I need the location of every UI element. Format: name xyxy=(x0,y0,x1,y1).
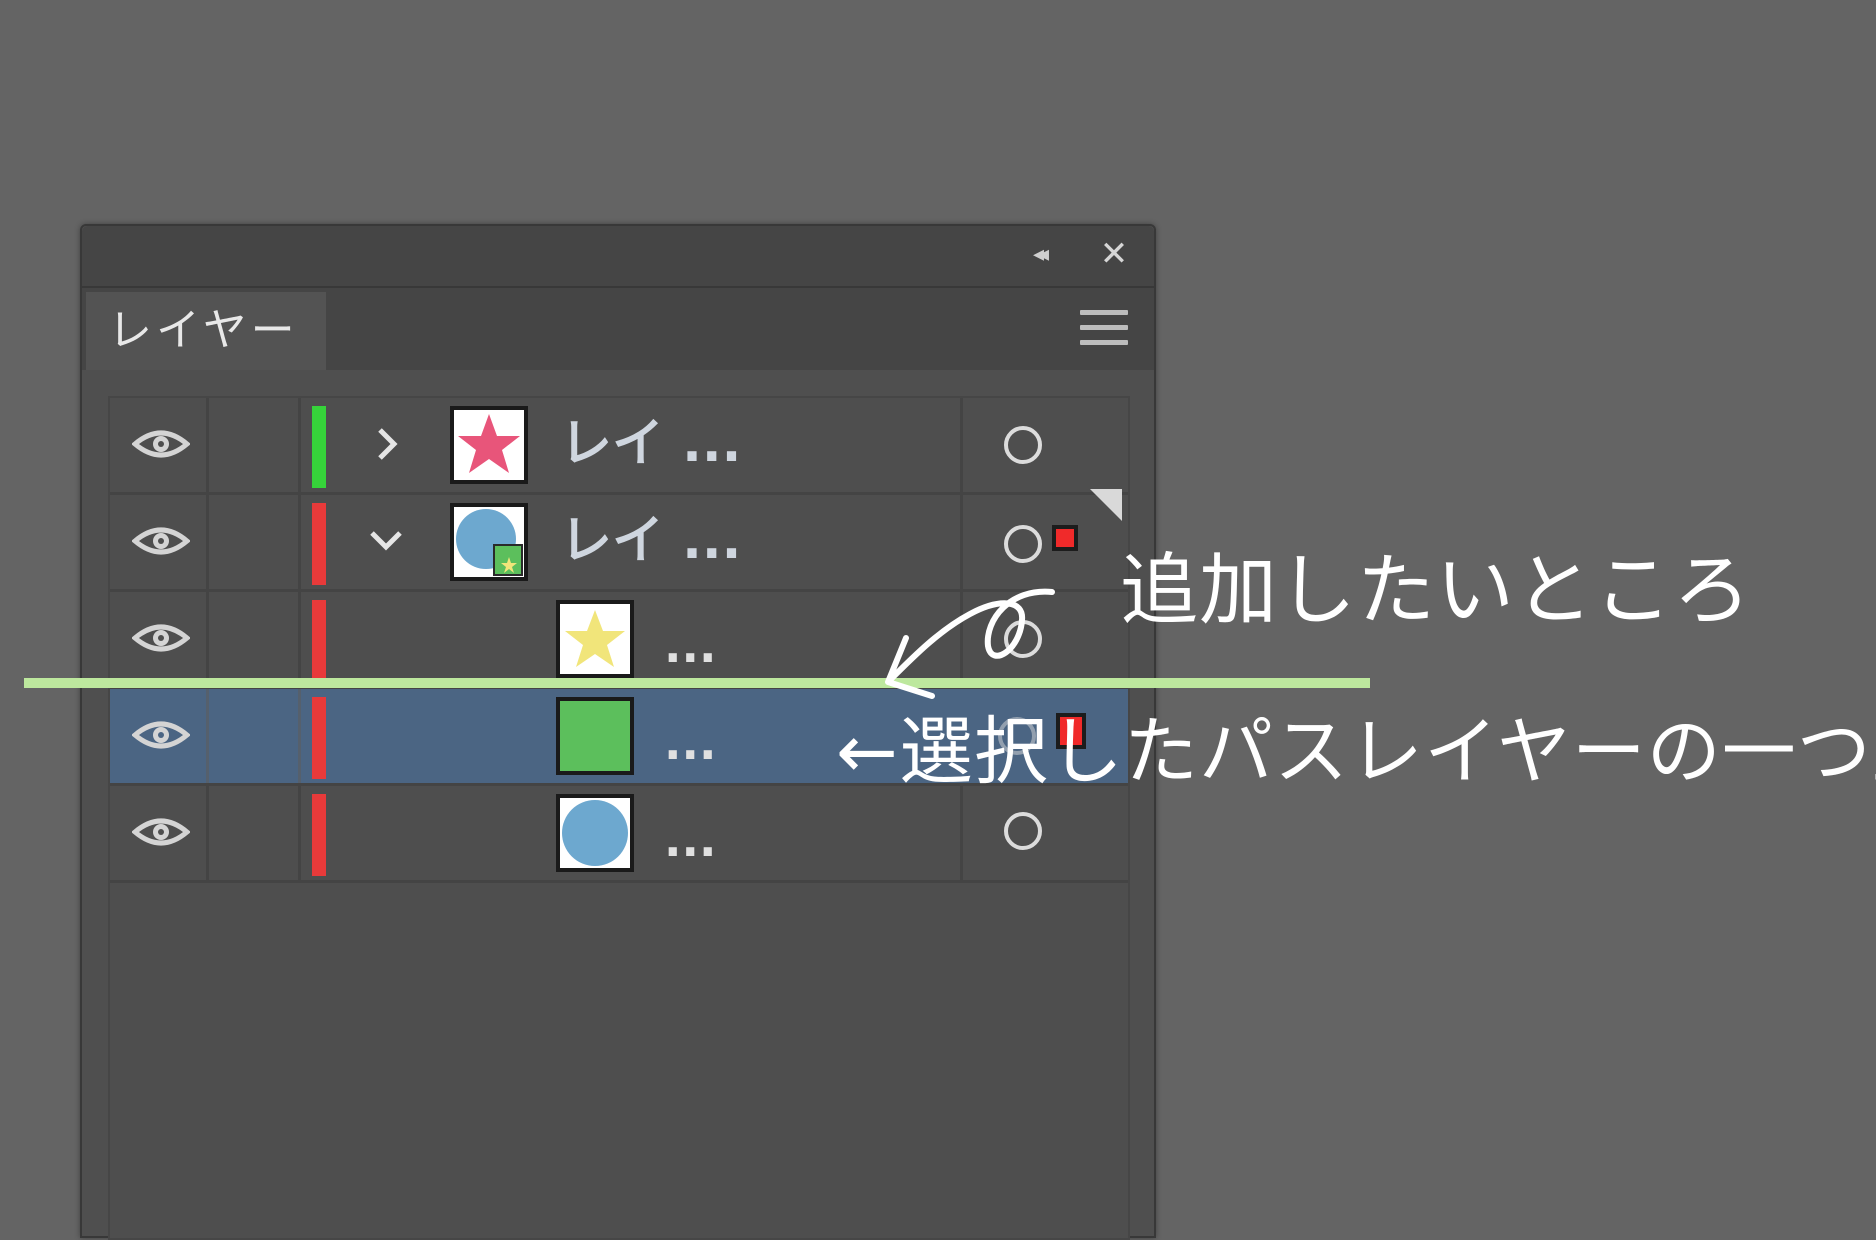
panel-titlebar: ◂◂ ✕ xyxy=(82,226,1154,288)
column-divider xyxy=(298,786,301,880)
layer-thumbnail xyxy=(556,600,634,678)
column-divider xyxy=(206,689,209,783)
layer-row[interactable]: レイ ... xyxy=(110,489,1128,592)
circle-square-thumbnail-icon xyxy=(456,509,523,576)
layer-row[interactable]: ... xyxy=(110,592,1128,689)
tab-layers[interactable]: レイヤー xyxy=(86,292,326,370)
column-divider xyxy=(960,398,963,492)
chevron-right-icon[interactable] xyxy=(366,424,406,464)
column-divider xyxy=(206,398,209,492)
selection-indicator[interactable] xyxy=(1052,525,1078,551)
hamburger-icon xyxy=(1080,310,1128,315)
layer-thumbnail xyxy=(556,697,634,775)
panel-menu-button[interactable] xyxy=(1080,310,1128,350)
panel-tabbar: レイヤー xyxy=(82,288,1154,370)
column-divider xyxy=(206,786,209,880)
target-circle-icon[interactable] xyxy=(1004,812,1042,850)
star-thumbnail-icon xyxy=(565,610,625,667)
layer-name[interactable]: ... xyxy=(664,623,716,669)
layer-name[interactable]: ... xyxy=(664,817,716,863)
layer-color-bar xyxy=(312,503,326,585)
hamburger-icon-bar xyxy=(1080,325,1128,330)
layer-name[interactable]: ... xyxy=(664,720,716,766)
layer-color-bar xyxy=(312,600,326,682)
layer-thumbnail xyxy=(556,794,634,872)
layer-thumbnail xyxy=(450,406,528,484)
chevron-down-icon[interactable] xyxy=(366,519,406,559)
layer-color-bar xyxy=(312,794,326,876)
annotation-target-label: 追加したいところ xyxy=(1120,546,1753,636)
column-divider xyxy=(960,592,963,686)
column-divider xyxy=(298,689,301,783)
square-thumbnail-icon xyxy=(560,701,630,771)
eye-icon[interactable] xyxy=(132,717,190,753)
column-divider xyxy=(298,495,301,589)
insert-guide-line xyxy=(24,678,1370,688)
target-circle-icon[interactable] xyxy=(1004,426,1042,464)
annotation-selected-label: ←選択したパスレイヤーの一つ上 xyxy=(836,709,1876,795)
column-divider xyxy=(960,786,963,880)
layer-thumbnail xyxy=(450,503,528,581)
hamburger-icon-bar xyxy=(1080,340,1128,345)
eye-icon[interactable] xyxy=(132,814,190,850)
layer-list: レイ ... レイ ... ... ... ... xyxy=(108,396,1130,1240)
layer-row[interactable]: レイ ... xyxy=(110,398,1128,495)
eye-icon[interactable] xyxy=(132,523,190,559)
target-circle-icon[interactable] xyxy=(1004,525,1042,563)
layer-color-bar xyxy=(312,406,326,488)
column-divider xyxy=(206,592,209,686)
column-divider xyxy=(298,398,301,492)
target-circle-icon[interactable] xyxy=(1004,620,1042,658)
close-panel-button[interactable]: ✕ xyxy=(1096,236,1132,272)
circle-thumbnail-icon xyxy=(562,800,628,866)
layer-name[interactable]: レイ ... xyxy=(560,511,741,571)
column-divider xyxy=(298,592,301,686)
layer-row[interactable]: ... xyxy=(110,786,1128,883)
collapse-panel-button[interactable]: ◂◂ xyxy=(1020,240,1056,270)
column-divider xyxy=(206,495,209,589)
corner-triangle-icon xyxy=(1090,489,1122,521)
eye-icon[interactable] xyxy=(132,426,190,462)
eye-icon[interactable] xyxy=(132,620,190,656)
column-divider xyxy=(960,495,963,589)
layer-color-bar xyxy=(312,697,326,779)
layer-name[interactable]: レイ ... xyxy=(560,414,741,474)
star-thumbnail-icon xyxy=(458,414,520,473)
